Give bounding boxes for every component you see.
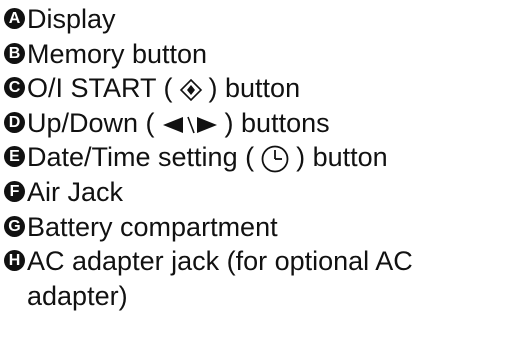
legend-label-d: Up/Down ( ) buttons xyxy=(27,106,330,141)
legend-item-d: D Up/Down ( ) buttons xyxy=(4,106,530,141)
legend-item-f: F Air Jack xyxy=(4,175,530,210)
clock-icon xyxy=(260,144,290,174)
legend-item-h: H AC adapter jack (for optional AC xyxy=(4,244,530,279)
legend-label-d-suffix: ) buttons xyxy=(224,107,330,138)
legend-label-h-line2: adapter) xyxy=(27,280,128,311)
legend-item-g: G Battery compartment xyxy=(4,210,530,245)
legend-item-a: A Display xyxy=(4,2,530,37)
letter-badge-d: D xyxy=(4,111,25,133)
legend-item-h-continuation: adapter) xyxy=(4,279,530,314)
legend-label-a: Display xyxy=(27,4,116,34)
legend-label-c: O/I START ( ) button xyxy=(27,71,300,106)
left-right-arrows-icon xyxy=(161,114,219,136)
legend-item-c: C O/I START ( ) button xyxy=(4,71,530,106)
legend-label-d-prefix: Up/Down ( xyxy=(27,107,155,138)
legend-label-c-suffix: ) button xyxy=(208,73,301,104)
legend-item-e: E Date/Time setting ( ) button xyxy=(4,140,530,175)
letter-badge-h: H xyxy=(4,250,25,272)
legend-item-b: B Memory button xyxy=(4,37,530,72)
letter-badge-g: G xyxy=(4,215,25,237)
legend-label-e-prefix: Date/Time setting ( xyxy=(27,142,255,173)
legend-label-c-prefix: O/I START ( xyxy=(27,73,173,104)
legend-label-b: Memory button xyxy=(27,38,208,69)
legend-label-e-suffix: ) button xyxy=(296,142,388,173)
letter-badge-c: C xyxy=(4,77,25,99)
legend-list: A Display B Memory button C O/I START ()… xyxy=(4,2,530,313)
legend-label-e: Date/Time setting ( ) button xyxy=(27,140,388,175)
letter-badge-f: F xyxy=(4,180,25,202)
start-diamond-icon xyxy=(179,78,203,102)
legend-label-f: Air Jack xyxy=(27,176,124,207)
legend-label-g: Battery compartment xyxy=(27,211,278,242)
letter-badge-a: A xyxy=(4,8,25,29)
legend-label-h: AC adapter jack (for optional AC xyxy=(27,246,413,277)
letter-badge-b: B xyxy=(4,42,25,64)
letter-badge-e: E xyxy=(4,146,25,168)
